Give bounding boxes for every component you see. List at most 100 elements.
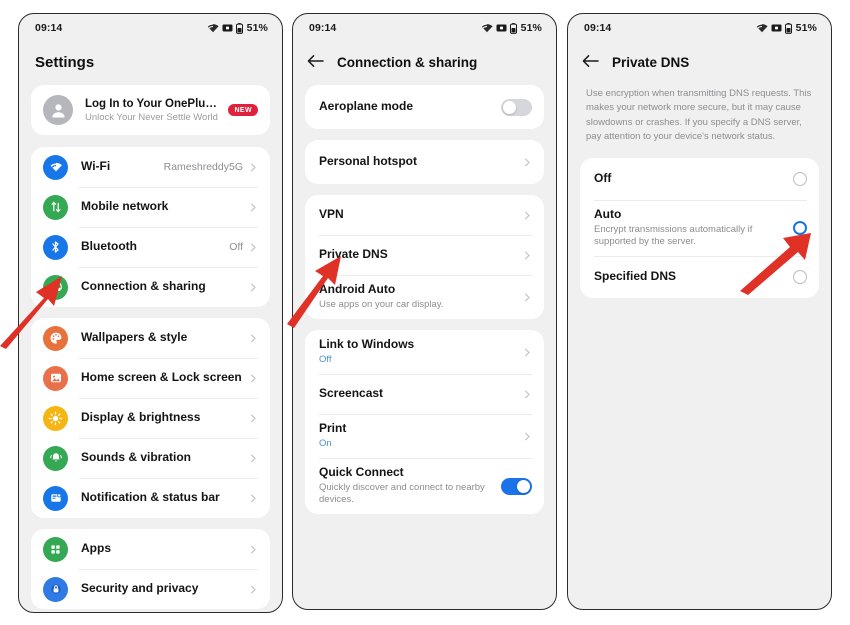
- radio-option-off[interactable]: Off: [580, 158, 819, 200]
- row-main: Quick Connect Quickly discover and conne…: [319, 465, 501, 507]
- sidebar-item-security-privacy[interactable]: Security and privacy: [31, 569, 270, 609]
- radio-option-auto[interactable]: Auto Encrypt transmissions automatically…: [580, 200, 819, 256]
- list-item-label: Screencast: [319, 386, 384, 401]
- sidebar-item-label: Wi-Fi: [81, 159, 111, 174]
- radio-button-off[interactable]: [793, 172, 807, 186]
- row-main: Bluetooth: [81, 239, 229, 255]
- settings-group-system: Apps Security and privacy: [31, 529, 270, 609]
- avatar: [43, 95, 73, 125]
- row-main: Home screen & Lock screen: [81, 370, 249, 386]
- list-item-label: Android Auto: [319, 282, 396, 297]
- battery-icon: [509, 22, 517, 34]
- list-item-label: VPN: [319, 207, 344, 222]
- account-text: Log In to Your OnePlus Ac... Unlock Your…: [85, 98, 222, 123]
- chevron-right-icon: [523, 348, 532, 357]
- row-main: Screencast: [319, 386, 523, 402]
- list-item-aeroplane-mode[interactable]: Aeroplane mode: [305, 85, 544, 129]
- bluetooth-icon: [43, 234, 68, 260]
- sidebar-item-label: Apps: [81, 541, 111, 556]
- chevron-right-icon: [249, 585, 258, 594]
- chevron-right-icon: [523, 390, 532, 399]
- list-item-private-dns[interactable]: Private DNS: [305, 235, 544, 275]
- settings-group-personalization: Wallpapers & style Home screen & Lock sc…: [31, 318, 270, 518]
- lock-shield-icon: [43, 576, 68, 602]
- wifi-icon: [206, 23, 219, 33]
- status-bar: 09:14 51%: [568, 14, 831, 42]
- list-item-android-auto[interactable]: Android Auto Use apps on your car displa…: [305, 275, 544, 319]
- aeroplane-mode-toggle[interactable]: [501, 98, 532, 116]
- account-login-card[interactable]: Log In to Your OnePlus Ac... Unlock Your…: [31, 85, 270, 135]
- radio-button-specified-dns[interactable]: [793, 270, 807, 285]
- group-hotspot: Personal hotspot: [305, 140, 544, 184]
- sidebar-item-home-lock-screen[interactable]: Home screen & Lock screen: [31, 358, 270, 398]
- list-item-personal-hotspot[interactable]: Personal hotspot: [305, 140, 544, 184]
- chevron-right-icon: [523, 432, 532, 441]
- list-item-quick-connect[interactable]: Quick Connect Quickly discover and conne…: [305, 458, 544, 514]
- chevron-right-icon: [249, 454, 258, 463]
- row-value: Off: [229, 241, 243, 253]
- row-main: Connection & sharing: [81, 279, 249, 295]
- list-item-print[interactable]: Print On: [305, 414, 544, 458]
- row-main: Wallpapers & style: [81, 330, 249, 346]
- back-arrow-icon[interactable]: [582, 54, 599, 71]
- row-value: Rameshreddy5G: [163, 161, 243, 173]
- radio-option-specified-dns[interactable]: Specified DNS: [580, 256, 819, 298]
- status-bar: 09:14 51%: [19, 14, 282, 42]
- chevron-right-icon: [249, 334, 258, 343]
- sidebar-item-label: Connection & sharing: [81, 279, 206, 294]
- status-bar-time: 09:14: [35, 22, 63, 34]
- sidebar-item-connection-sharing[interactable]: Connection & sharing: [31, 267, 270, 307]
- sidebar-item-wifi[interactable]: Wi-Fi Rameshreddy5G: [31, 147, 270, 187]
- list-item-label: Personal hotspot: [319, 154, 418, 169]
- radio-option-label: Auto: [594, 207, 622, 221]
- group-other-connections: Link to Windows Off Screencast Print On: [305, 330, 544, 515]
- bell-icon: [43, 445, 68, 471]
- row-main: Off: [594, 171, 793, 187]
- battery-percent: 51%: [795, 22, 817, 34]
- list-item-label: Print: [319, 421, 347, 436]
- list-item-status: Off: [319, 353, 332, 365]
- list-item-vpn[interactable]: VPN: [305, 195, 544, 235]
- list-item-link-to-windows[interactable]: Link to Windows Off: [305, 330, 544, 374]
- sidebar-item-bluetooth[interactable]: Bluetooth Off: [31, 227, 270, 267]
- radio-option-label: Specified DNS: [594, 269, 677, 284]
- sidebar-item-sounds-vibration[interactable]: Sounds & vibration: [31, 438, 270, 478]
- battery-icon: [235, 22, 243, 34]
- radio-button-auto[interactable]: [793, 221, 807, 236]
- row-main: Apps: [81, 541, 249, 557]
- quick-connect-toggle[interactable]: [501, 477, 532, 495]
- list-item-screencast[interactable]: Screencast: [305, 374, 544, 414]
- chevron-right-icon: [523, 293, 532, 302]
- list-item-status: On: [319, 437, 332, 449]
- phone-screen-settings: 09:14 51% Settings Log In to Your OnePlu…: [18, 13, 283, 613]
- chevron-right-icon: [523, 211, 532, 220]
- row-main: Wi-Fi: [81, 159, 164, 175]
- row-main: VPN: [319, 207, 523, 223]
- chevron-right-icon: [249, 414, 258, 423]
- list-item-label: Private DNS: [319, 247, 388, 262]
- settings-group-network: Wi-Fi Rameshreddy5G Mobile network Bluet…: [31, 147, 270, 307]
- sidebar-item-label: Mobile network: [81, 199, 169, 214]
- new-badge: NEW: [228, 104, 258, 116]
- sidebar-item-apps[interactable]: Apps: [31, 529, 270, 569]
- brightness-icon: [43, 405, 68, 431]
- vibrate-icon: [771, 24, 782, 32]
- row-main: Mobile network: [81, 199, 249, 215]
- notification-icon: [43, 485, 68, 511]
- sidebar-item-notification-status-bar[interactable]: Notification & status bar: [31, 478, 270, 518]
- chevron-right-icon: [249, 374, 258, 383]
- account-title: Log In to Your OnePlus Ac...: [85, 97, 223, 110]
- radio-option-label: Off: [594, 171, 612, 186]
- list-item-label: Quick Connect: [319, 465, 404, 479]
- sidebar-item-wallpapers-style[interactable]: Wallpapers & style: [31, 318, 270, 358]
- sidebar-item-mobile-network[interactable]: Mobile network: [31, 187, 270, 227]
- status-bar-time: 09:14: [584, 22, 612, 34]
- page-header: Connection & sharing: [293, 42, 556, 85]
- sidebar-item-display-brightness[interactable]: Display & brightness: [31, 398, 270, 438]
- list-item-label: Aeroplane mode: [319, 99, 414, 114]
- phone-screen-connection-sharing: 09:14 51% Connection & sharing Aeroplane…: [292, 13, 557, 610]
- back-arrow-icon[interactable]: [307, 54, 324, 71]
- status-bar-icons: 51%: [480, 22, 542, 34]
- sidebar-item-label: Home screen & Lock screen: [81, 370, 242, 385]
- chevron-right-icon: [249, 494, 258, 503]
